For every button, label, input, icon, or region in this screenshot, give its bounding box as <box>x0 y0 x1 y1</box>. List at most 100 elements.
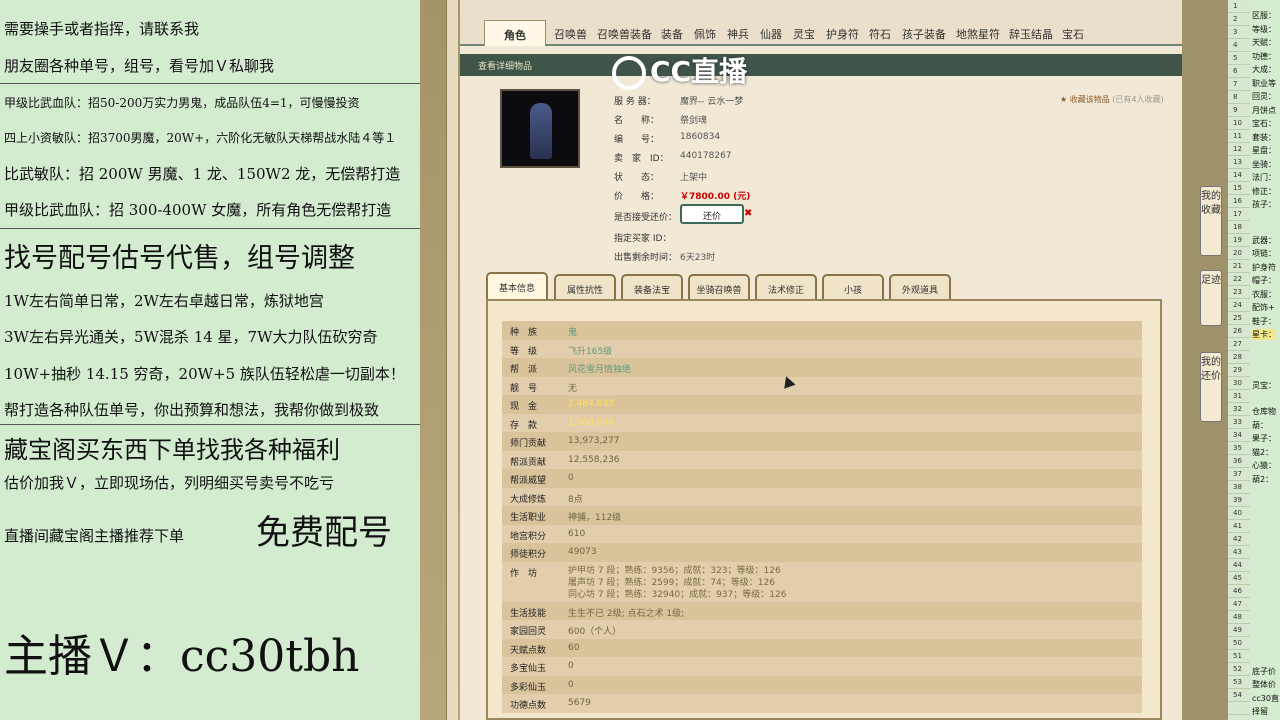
table-row: 存 款 1,500,000 <box>502 413 1142 432</box>
note-label: 回灵： <box>1252 92 1276 101</box>
row-value: 0 <box>568 661 574 671</box>
note-label: 月饼点 <box>1252 106 1276 115</box>
subtab-basic-info[interactable]: 基本信息 <box>486 272 548 300</box>
tab-divine-weapon[interactable]: 神兵 <box>727 26 749 42</box>
row-value: 鬼 <box>568 328 578 338</box>
row-number: 50 <box>1233 639 1242 647</box>
star-icon: ★ <box>1060 95 1068 104</box>
table-row: 师门贡献 13,973,277 <box>502 432 1142 451</box>
tab-role[interactable]: 角色 <box>484 20 546 46</box>
basic-info-table: 种 族 鬼 等 级 飞升165级 帮 派 风花雪月情独绝 靓 号 无 现 金 2,484,… <box>502 321 1142 713</box>
row-number: 37 <box>1233 470 1242 478</box>
row-number: 25 <box>1233 314 1242 322</box>
name-value: 祭剑魂 <box>680 116 708 126</box>
row-number: 36 <box>1233 457 1242 465</box>
row-value: 13,973,277 <box>568 436 620 446</box>
overlay-line: 帮打造各种队伍单号，你出预算和想法，我帮你做到极致 <box>4 401 380 419</box>
note-label: 果子： <box>1252 434 1276 443</box>
note-label: 星卡： <box>1252 329 1276 340</box>
tab-spirit-treasure[interactable]: 灵宝 <box>793 26 815 42</box>
server-row: 服 务 器： 魔界-- 云水一梦 <box>614 94 743 107</box>
tab-gem[interactable]: 宝石 <box>1062 26 1084 42</box>
row-number: 11 <box>1233 132 1242 140</box>
tab-summon[interactable]: 召唤兽 <box>554 26 587 42</box>
overlay-headline: 找号配号估号代售，组号调整 <box>4 243 355 274</box>
footprint-button[interactable]: 足迹 <box>1200 270 1222 326</box>
category-tabs: 角色 召唤兽 召唤兽装备 装备 佩饰 神兵 仙器 灵宝 护身符 符石 孩子装备 … <box>460 18 1182 46</box>
row-key: 师门贡献 <box>510 439 547 449</box>
table-row: 靓 号无 <box>502 376 1142 395</box>
name-row: 名 称： 祭剑魂 <box>614 113 707 126</box>
note-label: 孩子： <box>1252 200 1276 209</box>
row-value: 60 <box>568 642 580 653</box>
basic-info-panel: 种 族 鬼 等 级 飞升165级 帮 派 风花雪月情独绝 靓 号 无 现 金 2,484,… <box>486 299 1162 720</box>
tab-rune-stone[interactable]: 符石 <box>869 26 891 42</box>
row-number: 14 <box>1233 171 1242 179</box>
row-number: 42 <box>1233 535 1242 543</box>
row-number: 5 <box>1233 54 1238 62</box>
row-number: 9 <box>1233 106 1238 114</box>
tab-amulet[interactable]: 护身符 <box>826 26 859 42</box>
row-value: 600（个人） <box>568 627 622 637</box>
subtab-appearance[interactable]: 外观道具 <box>889 274 951 300</box>
close-icon[interactable]: ✖ <box>744 208 752 219</box>
note-label: 鞋子： <box>1252 317 1276 326</box>
table-row: 生活职业 神捕，112级 <box>502 506 1142 525</box>
row-number: 35 <box>1233 444 1242 452</box>
row-key: 现 金 <box>510 402 538 412</box>
row-key: 生活技能 <box>510 608 547 619</box>
favorite-link[interactable]: ★ 收藏该物品 (已有4人收藏) <box>1060 94 1164 105</box>
subtab-spell-mod[interactable]: 法术修正 <box>755 274 817 300</box>
favorite-label: 收藏该物品 <box>1069 95 1110 104</box>
row-value: 5679 <box>568 698 591 708</box>
row-number: 16 <box>1233 197 1242 205</box>
character-avatar <box>500 89 580 168</box>
subtab-equip-treasure[interactable]: 装备法宝 <box>621 274 683 300</box>
tab-child-equip[interactable]: 孩子装备 <box>902 26 946 42</box>
tab-equip[interactable]: 装备 <box>661 26 683 42</box>
row-number: 21 <box>1233 262 1242 270</box>
row-number: 6 <box>1233 67 1238 75</box>
my-counteroffers-button[interactable]: 我的还价 <box>1200 352 1222 422</box>
id-label: 编 号： <box>614 135 660 145</box>
counter-offer-button[interactable]: 还价 <box>680 204 744 224</box>
table-row: 地宫积分 610 <box>502 524 1142 543</box>
row-key: 存 款 <box>510 420 538 431</box>
row-number: 22 <box>1233 275 1242 283</box>
note-label: 衣服： <box>1252 290 1276 299</box>
note-label: 等级： <box>1252 25 1276 34</box>
tab-jade-crystal[interactable]: 辞玉结晶 <box>1009 26 1053 42</box>
tab-star-rune[interactable]: 地煞星符 <box>956 26 1000 42</box>
cc-logo-icon <box>612 56 646 90</box>
brand-text: CC直播 <box>650 55 748 88</box>
row-number: 47 <box>1233 600 1242 608</box>
subtab-mount-summon[interactable]: 坐骑召唤兽 <box>688 274 750 300</box>
tab-fairy-tool[interactable]: 仙器 <box>760 26 782 42</box>
table-row: 家园回灵 600（个人） <box>502 620 1142 639</box>
subtab-child[interactable]: 小孩 <box>822 274 884 300</box>
note-label: 套装： <box>1252 133 1276 142</box>
seller-row: 卖 家 ID： 440178267 <box>614 151 732 164</box>
tab-summon-equip[interactable]: 召唤兽装备 <box>597 26 652 42</box>
status-value: 上架中 <box>680 173 708 183</box>
row-number: 17 <box>1233 210 1242 218</box>
my-favorites-button[interactable]: 我的收藏 <box>1200 186 1222 256</box>
subtab-attributes[interactable]: 属性抗性 <box>554 274 616 300</box>
character-figure <box>530 103 552 159</box>
note-label: 猫2： <box>1252 448 1274 457</box>
row-number: 18 <box>1233 223 1242 231</box>
status-label: 状 态： <box>614 173 660 183</box>
streamer-contact: 主播Ｖ：cc30tbh <box>4 631 360 682</box>
note-label: 护身符 <box>1252 263 1276 272</box>
row-value: 神捕，112级 <box>568 513 622 523</box>
row-number: 20 <box>1233 249 1242 257</box>
row-key: 帮派贡献 <box>510 457 547 468</box>
scrollbar-track[interactable] <box>446 0 458 720</box>
row-number: 45 <box>1233 574 1242 582</box>
tab-accessory[interactable]: 佩饰 <box>694 26 716 42</box>
workshop-line: 屠声坊 7 段；熟练：2599；成就：74；等级：126 <box>568 577 775 588</box>
row-number: 48 <box>1233 613 1242 621</box>
note-label: cc30直 <box>1252 694 1279 703</box>
row-number: 33 <box>1233 418 1242 426</box>
seller-label: 卖 家 ID： <box>614 154 669 164</box>
